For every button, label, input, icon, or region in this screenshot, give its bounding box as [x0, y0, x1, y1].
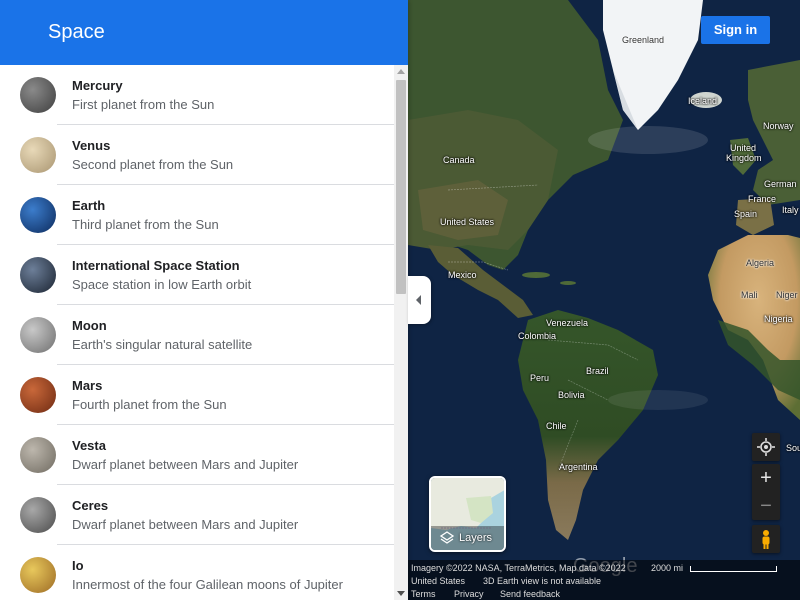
list-item[interactable]: Moon Earth's singular natural satellite	[0, 305, 394, 365]
map-label-spain: Spain	[734, 209, 758, 219]
map-label-iceland: Iceland	[688, 96, 718, 106]
item-name: Io	[72, 558, 84, 573]
list-item[interactable]: International Space Station Space station…	[0, 245, 394, 305]
layers-button[interactable]: Layers	[429, 476, 506, 552]
item-description: Dwarf planet between Mars and Jupiter	[72, 517, 299, 532]
item-name: Venus	[72, 138, 111, 153]
map-label-venezuela: Venezuela	[546, 318, 589, 328]
item-list[interactable]: Mercury First planet from the Sun Venus Sec…	[0, 65, 394, 600]
item-name: Moon	[72, 318, 107, 333]
item-name: Earth	[72, 198, 106, 213]
3d-notice-text: 3D Earth view is not available	[483, 576, 602, 586]
item-description: Second planet from the Sun	[72, 157, 234, 172]
map-label-colombia: Colombia	[518, 331, 557, 341]
item-name: Vesta	[72, 438, 106, 453]
item-thumbnail	[20, 197, 56, 233]
list-item[interactable]: Ceres Dwarf planet between Mars and Jupit…	[0, 485, 394, 545]
zoom-controls: + −	[752, 464, 780, 520]
list-item[interactable]: Mercury First planet from the Sun	[0, 65, 394, 125]
item-description: Space station in low Earth orbit	[72, 277, 252, 292]
item-description: First planet from the Sun	[72, 97, 215, 112]
map-label-niger: Niger	[776, 290, 798, 300]
map-label-norway: Norway	[763, 121, 794, 131]
item-thumbnail	[20, 257, 56, 293]
map-label-nigeria: Nigeria	[764, 314, 793, 324]
send-feedback-link[interactable]: Send feedback	[500, 589, 560, 599]
scroll-up-arrow-icon[interactable]	[397, 69, 405, 74]
street-view-pegman-button[interactable]	[752, 525, 780, 553]
list-item[interactable]: Vesta Dwarf planet between Mars and Jupit…	[0, 425, 394, 485]
map-label-south-partial: Sou	[786, 443, 800, 453]
scroll-down-arrow-icon[interactable]	[397, 591, 405, 596]
collapse-panel-button[interactable]	[408, 276, 431, 324]
list-item[interactable]: Io Innermost of the four Galilean moons o…	[0, 545, 394, 600]
panel-header: Space	[0, 0, 408, 65]
my-location-button[interactable]	[752, 433, 780, 461]
item-thumbnail	[20, 77, 56, 113]
map-label-france: France	[748, 194, 777, 204]
map-label-mexico: Mexico	[448, 270, 477, 280]
sign-in-button[interactable]: Sign in	[701, 16, 770, 44]
item-name: Mercury	[72, 78, 123, 93]
attribution-text: Imagery ©2022 NASA, TerraMetrics, Map da…	[411, 563, 626, 573]
map-label-argentina: Argentina	[559, 462, 598, 472]
map-label-united-kingdom-2: Kingdom	[726, 153, 762, 163]
item-name: International Space Station	[72, 258, 240, 273]
page-title: Space	[48, 21, 105, 43]
map-label-brazil: Brazil	[586, 366, 609, 376]
item-thumbnail	[20, 557, 56, 593]
item-thumbnail	[20, 377, 56, 413]
item-thumbnail	[20, 437, 56, 473]
scrollbar[interactable]	[394, 65, 408, 600]
terms-link[interactable]: Terms	[411, 589, 436, 599]
item-description: Third planet from the Sun	[72, 217, 219, 232]
map-label-canada: Canada	[443, 155, 475, 165]
scale-bar[interactable]	[690, 566, 777, 572]
list-item[interactable]: Venus Second planet from the Sun	[0, 125, 394, 185]
item-description: Earth's singular natural satellite	[72, 337, 253, 352]
map-label-italy: Italy	[782, 205, 799, 215]
map-label-algeria: Algeria	[746, 258, 775, 268]
map-label-germany: German	[764, 179, 797, 189]
region-text: United States	[411, 576, 466, 586]
map-label-mali: Mali	[741, 290, 758, 300]
scale-label[interactable]: 2000 mi	[651, 563, 683, 573]
layers-label: Layers	[459, 532, 493, 544]
scrollbar-thumb[interactable]	[396, 80, 406, 294]
item-description: Dwarf planet between Mars and Jupiter	[72, 457, 299, 472]
map-footer: Imagery ©2022 NASA, TerraMetrics, Map da…	[408, 560, 800, 600]
my-location-icon	[757, 438, 775, 456]
pegman-icon	[762, 530, 770, 549]
map-label-peru: Peru	[530, 373, 550, 383]
map-label-greenland: Greenland	[622, 35, 665, 45]
map-label-united-kingdom-1: United	[730, 143, 757, 153]
item-name: Mars	[72, 378, 103, 393]
zoom-in-button[interactable]: +	[752, 464, 780, 492]
item-thumbnail	[20, 137, 56, 173]
map-label-united-states: United States	[440, 217, 495, 227]
zoom-out-button[interactable]: −	[752, 492, 780, 520]
item-description: Innermost of the four Galilean moons of …	[72, 577, 343, 592]
map-label-chile: Chile	[546, 421, 567, 431]
item-thumbnail	[20, 317, 56, 353]
side-panel: Space Mercury First planet from the Sun Ve…	[0, 0, 408, 600]
item-name: Ceres	[72, 498, 109, 513]
privacy-link[interactable]: Privacy	[454, 589, 484, 599]
item-thumbnail	[20, 497, 56, 533]
list-item[interactable]: Mars Fourth planet from the Sun	[0, 365, 394, 425]
item-description: Fourth planet from the Sun	[72, 397, 227, 412]
chevron-left-icon	[416, 295, 421, 305]
map-label-bolivia: Bolivia	[558, 390, 585, 400]
list-item[interactable]: Earth Third planet from the Sun	[0, 185, 394, 245]
layers-icon	[439, 531, 455, 544]
